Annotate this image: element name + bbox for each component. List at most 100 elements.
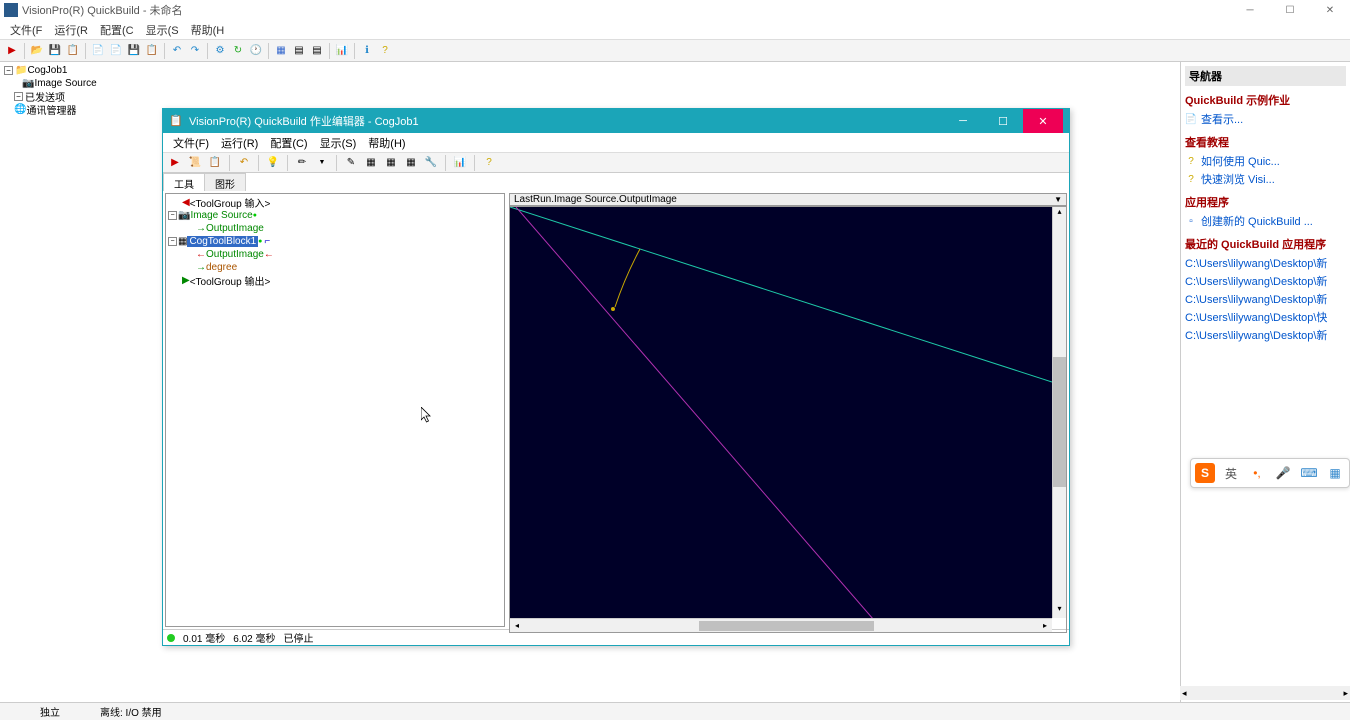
tab-graphics[interactable]: 图形 (204, 173, 246, 191)
child-close-button[interactable]: ✕ (1023, 109, 1063, 133)
maximize-button[interactable]: ☐ (1270, 0, 1310, 20)
horizontal-scrollbar[interactable]: ◂ ▸ (510, 618, 1052, 632)
tree-output-image-1[interactable]: → OutputImage (168, 222, 502, 235)
scroll-left-icon[interactable]: ◂ (1182, 688, 1187, 699)
copy-icon[interactable]: 📋 (207, 155, 223, 171)
image-selector[interactable]: LastRun.Image Source.OutputImage ▼ (509, 193, 1067, 206)
wrench-icon[interactable]: 🔧 (423, 155, 439, 171)
help-icon[interactable]: ? (377, 43, 393, 59)
right-panel-hscroll[interactable]: ◂ ▸ (1180, 686, 1350, 700)
table-icon-1[interactable]: ▤ (291, 43, 307, 59)
tree-root[interactable]: − 📁 CogJob1 (2, 64, 158, 77)
scroll-thumb[interactable] (699, 621, 874, 631)
undo-icon[interactable]: ↶ (169, 43, 185, 59)
scroll-down-icon[interactable]: ▾ (1053, 604, 1066, 618)
ime-punct-icon[interactable]: •, (1247, 463, 1267, 483)
child-menu-file[interactable]: 文件(F) (167, 135, 215, 151)
tree-outputs[interactable]: ▶ <ToolGroup 输出> (168, 274, 502, 287)
save-icon[interactable]: 💾 (47, 43, 63, 59)
scroll-left-icon[interactable]: ◂ (510, 619, 524, 633)
tool-icon-3[interactable]: 💾 (126, 43, 142, 59)
tree-posted[interactable]: − 已发送项 (2, 90, 158, 103)
status-indicator-icon (167, 634, 175, 642)
tab-tools[interactable]: 工具 (163, 173, 205, 191)
help-icon[interactable]: ? (481, 155, 497, 171)
child-titlebar[interactable]: 📋 VisionPro(R) QuickBuild 作业编辑器 - CogJob… (163, 109, 1069, 133)
dropdown-icon[interactable]: ▼ (314, 155, 330, 171)
grid2-icon[interactable]: ▦ (383, 155, 399, 171)
child-menu-display[interactable]: 显示(S) (314, 135, 363, 151)
menu-file[interactable]: 文件(F (4, 22, 48, 38)
child-menu-run[interactable]: 运行(R) (215, 135, 264, 151)
scroll-thumb[interactable] (1053, 357, 1066, 487)
menu-display[interactable]: 显示(S (140, 22, 185, 38)
grid-icon[interactable]: ▦ (273, 43, 289, 59)
child-minimize-button[interactable]: ─ (943, 109, 983, 133)
redo-icon[interactable]: ↷ (187, 43, 203, 59)
tree-inputs[interactable]: ◀ <ToolGroup 输入> (168, 196, 502, 209)
chart-icon[interactable]: 📊 (452, 155, 468, 171)
ime-keyboard-icon[interactable]: ⌨ (1299, 463, 1319, 483)
tool-icon-1[interactable]: 📄 (90, 43, 106, 59)
ime-toolbar[interactable]: S 英 •, 🎤 ⌨ ▦ (1190, 458, 1350, 488)
vertical-scrollbar[interactable]: ▴ ▾ (1052, 207, 1066, 618)
browse-link[interactable]: ? 快速浏览 Visi... (1185, 170, 1346, 188)
tree-output-image-2[interactable]: ← OutputImage ← (168, 248, 502, 261)
ime-lang-button[interactable]: 英 (1221, 463, 1241, 483)
menu-help[interactable]: 帮助(H (185, 22, 231, 38)
new-app-link[interactable]: ▫ 创建新的 QuickBuild ... (1185, 212, 1346, 230)
ime-logo-icon[interactable]: S (1195, 463, 1215, 483)
tree-cog-tool-block[interactable]: − ▦ CogToolBlock1 ● ⌐ (168, 235, 502, 248)
collapse-icon[interactable]: − (168, 211, 177, 220)
refresh-icon[interactable]: ↻ (230, 43, 246, 59)
run-icon[interactable]: ▶ (167, 155, 183, 171)
menu-run[interactable]: 运行(R (48, 22, 94, 38)
ime-grid-icon[interactable]: ▦ (1325, 463, 1345, 483)
wand-icon[interactable]: ✏ (294, 155, 310, 171)
expand-icon[interactable]: − (4, 66, 13, 75)
clock-icon[interactable]: 🕐 (248, 43, 264, 59)
view-samples-link[interactable]: 📄 查看示... (1185, 110, 1346, 128)
open-icon[interactable]: 📂 (29, 43, 45, 59)
recent-link-5[interactable]: C:\Users\lilywang\Desktop\新 (1185, 326, 1346, 344)
info-icon[interactable]: ℹ (359, 43, 375, 59)
close-button[interactable]: ✕ (1310, 0, 1350, 20)
child-menu-help[interactable]: 帮助(H) (362, 135, 411, 151)
child-maximize-button[interactable]: ☐ (983, 109, 1023, 133)
recent-link-1[interactable]: C:\Users\lilywang\Desktop\新 (1185, 254, 1346, 272)
grid1-icon[interactable]: ▦ (363, 155, 379, 171)
recent-link-4[interactable]: C:\Users\lilywang\Desktop\快 (1185, 308, 1346, 326)
minimize-button[interactable]: ─ (1230, 0, 1270, 20)
main-titlebar: VisionPro(R) QuickBuild - 未命名 ─ ☐ ✕ (0, 0, 1350, 20)
lightbulb-icon[interactable]: 💡 (265, 155, 281, 171)
undo-icon[interactable]: ↶ (236, 155, 252, 171)
camera-icon: 📷 (178, 210, 190, 221)
scroll-right-icon[interactable]: ▸ (1038, 619, 1052, 633)
image-canvas[interactable] (510, 207, 1052, 627)
tree-image-source[interactable]: − 📷 Image Source ● (168, 209, 502, 222)
script-icon[interactable]: 📜 (187, 155, 203, 171)
child-menu-config[interactable]: 配置(C) (264, 135, 313, 151)
scroll-up-icon[interactable]: ▴ (1053, 207, 1066, 221)
dropdown-icon[interactable]: ▼ (1054, 195, 1062, 204)
link-icon[interactable]: ⚙ (212, 43, 228, 59)
collapse-icon[interactable]: − (168, 237, 177, 246)
scroll-right-icon[interactable]: ▸ (1343, 688, 1348, 699)
status-standalone: 独立 (40, 704, 60, 719)
menu-config[interactable]: 配置(C (94, 22, 140, 38)
table-icon-2[interactable]: ▤ (309, 43, 325, 59)
child-toolbar: ▶ 📜 📋 ↶ 💡 ✏ ▼ ✎ ▦ ▦ ▦ 🔧 📊 ? (163, 153, 1069, 173)
tree-comm[interactable]: 🌐 通讯管理器 (2, 103, 158, 116)
tool-icon-2[interactable]: 📄 (108, 43, 124, 59)
grid3-icon[interactable]: ▦ (403, 155, 419, 171)
ime-mic-icon[interactable]: 🎤 (1273, 463, 1293, 483)
recent-link-2[interactable]: C:\Users\lilywang\Desktop\新 (1185, 272, 1346, 290)
expand-icon[interactable]: − (14, 92, 23, 101)
copy-icon[interactable]: 📋 (65, 43, 81, 59)
tool-icon-4[interactable]: 📋 (144, 43, 160, 59)
chart-icon[interactable]: 📊 (334, 43, 350, 59)
edit-icon[interactable]: ✎ (343, 155, 359, 171)
howto-link[interactable]: ? 如何使用 Quic... (1185, 152, 1346, 170)
run-icon[interactable]: ▶ (4, 43, 20, 59)
recent-link-3[interactable]: C:\Users\lilywang\Desktop\新 (1185, 290, 1346, 308)
